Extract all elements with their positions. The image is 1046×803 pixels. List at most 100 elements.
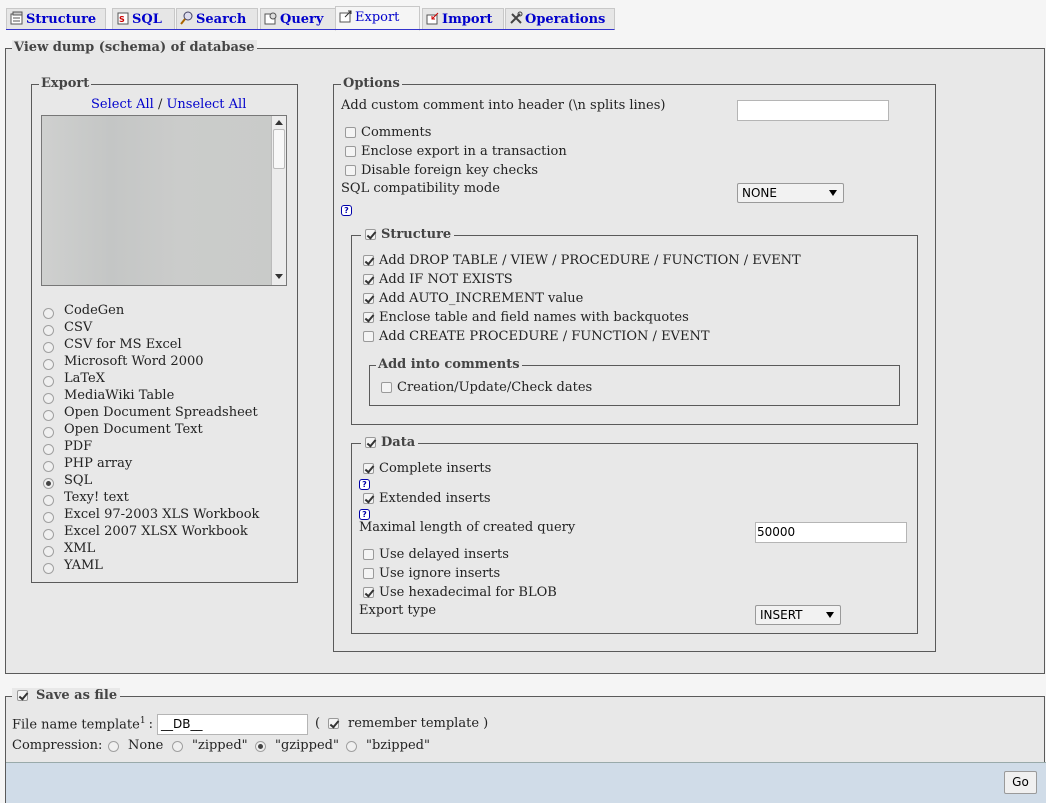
format-radio[interactable] [43,529,54,540]
paren-close: ) [483,716,489,731]
export-type-label: Export type [359,603,437,618]
format-radio[interactable] [43,546,54,557]
format-radio[interactable] [43,478,54,489]
format-label: PHP array [64,456,133,471]
compression-radio[interactable] [346,741,357,752]
format-label: Microsoft Word 2000 [64,354,204,369]
export-type-select[interactable]: INSERT [755,605,841,625]
foreign-key-label: Disable foreign key checks [361,163,539,178]
export-icon [339,9,353,23]
help-icon[interactable]: ? [341,205,352,216]
format-radio[interactable] [43,342,54,353]
compression-radio[interactable] [108,741,119,752]
tab-query[interactable]: Query [260,8,337,30]
compression-option-label: "zipped" [192,738,248,753]
format-label: CSV [64,320,93,335]
structure-legend: Structure [381,227,452,242]
scroll-up-icon[interactable] [275,120,283,125]
template-label-wrap: File name template1: [12,716,153,732]
format-label: Excel 2007 XLSX Workbook [64,524,248,539]
format-radio[interactable] [43,512,54,523]
ignore-inserts-checkbox[interactable] [363,568,374,579]
table-list[interactable] [41,115,287,286]
compression-label: Compression: [12,738,103,753]
backquotes-label: Enclose table and field names with backq… [379,310,689,325]
help-icon[interactable]: ? [359,479,370,490]
data-legend-wrap: Data [361,435,419,450]
chevron-down-icon [826,612,834,618]
tab-operations[interactable]: Operations [505,8,615,30]
create-procedure-label: Add CREATE PROCEDURE / FUNCTION / EVENT [379,329,710,344]
scroll-down-icon[interactable] [275,274,283,279]
sql-icon: S [116,11,130,25]
export-type-value: INSERT [760,608,803,622]
unselect-all-link[interactable]: Unselect All [166,97,246,112]
compression-option-label: "gzipped" [275,738,339,753]
template-footnote: 1 [139,716,146,726]
transaction-checkbox[interactable] [345,146,356,157]
format-radio[interactable] [43,427,54,438]
format-radio[interactable] [43,495,54,506]
structure-checkbox[interactable] [365,229,376,240]
tab-label: Query [280,12,324,27]
ignore-inserts-label: Use ignore inserts [379,566,501,581]
help-icon[interactable]: ? [359,509,370,520]
format-radio[interactable] [43,563,54,574]
structure-legend-wrap: Structure [361,227,455,242]
custom-comment-input[interactable] [737,100,889,121]
template-input[interactable]: __DB__ [157,714,308,735]
if-not-exists-label: Add IF NOT EXISTS [379,272,513,287]
operations-icon [509,11,523,25]
action-bar: Go [6,762,1046,803]
drop-table-checkbox[interactable] [363,255,374,266]
tab-label: Export [355,10,400,25]
complete-inserts-label: Complete inserts [379,461,492,476]
remember-template-checkbox[interactable] [328,718,339,729]
delayed-inserts-checkbox[interactable] [363,549,374,560]
compression-radio[interactable] [255,741,266,752]
comments-label: Comments [361,125,432,140]
extended-inserts-checkbox[interactable] [363,493,374,504]
format-radio[interactable] [43,410,54,421]
select-links: Select All / Unselect All [91,97,246,112]
tab-search[interactable]: Search [176,8,258,30]
drop-table-label: Add DROP TABLE / VIEW / PROCEDURE / FUNC… [379,253,801,268]
tab-import[interactable]: Import [422,8,504,30]
format-radio[interactable] [43,393,54,404]
format-radio[interactable] [43,308,54,319]
table-list-scrollbar[interactable] [271,116,286,285]
complete-inserts-checkbox[interactable] [363,463,374,474]
go-button[interactable]: Go [1004,771,1037,794]
scroll-thumb[interactable] [273,129,285,169]
max-length-input[interactable]: 50000 [755,522,907,543]
format-radio[interactable] [43,444,54,455]
if-not-exists-checkbox[interactable] [363,274,374,285]
auto-increment-checkbox[interactable] [363,293,374,304]
format-radio[interactable] [43,359,54,370]
compat-select[interactable]: NONE [737,183,844,203]
format-label: XML [64,541,96,556]
format-label: LaTeX [64,371,105,386]
tab-export[interactable]: Export [335,6,420,31]
compression-radio[interactable] [172,741,183,752]
options-legend: Options [341,76,402,91]
format-radio[interactable] [43,325,54,336]
select-all-link[interactable]: Select All [91,97,154,112]
dates-checkbox[interactable] [381,382,392,393]
select-separator: / [157,97,163,112]
format-radio[interactable] [43,376,54,387]
create-procedure-checkbox[interactable] [363,331,374,342]
chevron-down-icon [829,190,837,196]
foreign-key-checkbox[interactable] [345,165,356,176]
comments-checkbox[interactable] [345,127,356,138]
extended-inserts-label: Extended inserts [379,491,491,506]
tab-sql[interactable]: S SQL [112,8,175,30]
data-checkbox[interactable] [365,437,376,448]
tab-structure[interactable]: Structure [6,8,106,30]
hex-blob-checkbox[interactable] [363,587,374,598]
save-as-file-checkbox[interactable] [17,690,28,701]
format-radio[interactable] [43,461,54,472]
query-icon [264,11,278,25]
backquotes-checkbox[interactable] [363,312,374,323]
format-label: MediaWiki Table [64,388,175,403]
